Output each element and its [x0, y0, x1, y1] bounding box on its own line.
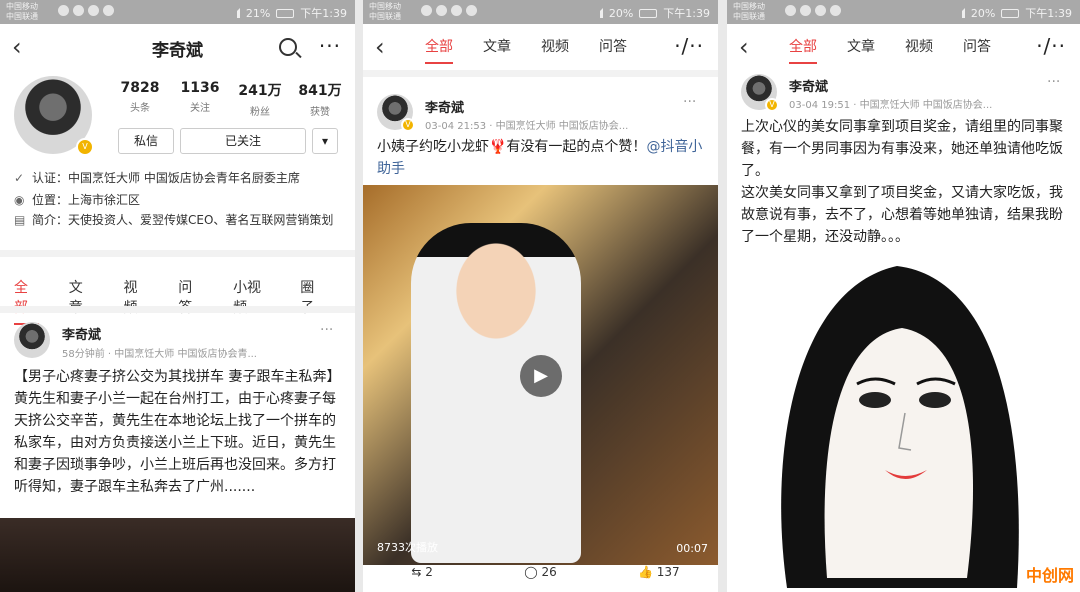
stat-likes[interactable]: 841万 获赞: [290, 80, 350, 118]
avatar[interactable]: [14, 322, 50, 358]
post-text[interactable]: 【男子心疼妻子挤公交为其找拼车 妻子跟车主私奔】黄先生和妻子小兰一起在台州打工，…: [14, 366, 342, 498]
tab-qa[interactable]: 问答: [963, 36, 991, 56]
stat-posts[interactable]: 7828 头条: [110, 80, 170, 118]
video-post-screen: 中国移动 中国联通 20% 下午1:39 ‹ 全部 文章 视频 问答 ·/·· V …: [363, 0, 718, 592]
like-button[interactable]: 👍 137: [600, 565, 718, 579]
post-meta: 58分钟前 · 中国烹饪大师 中国饭店协会青...: [62, 349, 257, 360]
repost-icon: ⇆: [411, 565, 426, 579]
battery-percent: 20%: [608, 6, 634, 20]
profile-screen: 中国移动 中国联通 21% 下午1:39 ‹ 李奇斌 ··· V 7828 头条 11…: [0, 0, 355, 592]
clock: 下午1:39: [1025, 7, 1072, 20]
notification-icons: [785, 5, 841, 16]
post-meta: 03-04 21:53 · 中国烹饪大师 中国饭店协会...: [425, 121, 629, 132]
carrier-label: 中国移动: [369, 2, 401, 11]
video-duration: 00:07: [676, 542, 708, 555]
post-actions: ⇆ 2 ◯ 26 👍 137: [363, 565, 718, 579]
post-author[interactable]: 李奇斌: [789, 76, 828, 95]
video-player[interactable]: ▶ 8733次播放 00:07: [363, 185, 718, 565]
location-row: ◉ 位置：上海市徐汇区: [14, 193, 141, 207]
battery-percent: 20%: [970, 6, 996, 20]
stat-fans[interactable]: 241万 粉丝: [230, 80, 290, 118]
battery-icon: [276, 8, 295, 18]
dropdown-button[interactable]: ▾: [312, 128, 338, 154]
signal-icon: [228, 8, 240, 18]
post-author[interactable]: 李奇斌: [425, 97, 464, 116]
caret-down-icon: ▾: [321, 134, 329, 148]
comment-button[interactable]: ◯ 26: [481, 565, 599, 579]
carrier-label: 中国联通: [369, 12, 401, 21]
back-arrow-icon[interactable]: ‹: [739, 33, 749, 61]
text-post-screen: 中国移动 中国联通 20% 下午1:39 ‹ 全部 文章 视频 问答 ·/·· V …: [727, 0, 1080, 592]
tab-qa[interactable]: 问答: [599, 36, 627, 56]
battery-icon: [639, 8, 658, 18]
carrier-label: 中国移动: [6, 2, 38, 11]
battery-icon: [1001, 8, 1020, 18]
signal-icon: [591, 8, 603, 18]
back-arrow-icon[interactable]: ‹: [375, 33, 385, 61]
top-bar: ‹ 全部 文章 视频 问答 ·/··: [727, 24, 1080, 70]
tab-articles[interactable]: 文章: [847, 36, 875, 56]
post-text[interactable]: 小姨子约吃小龙虾🦞有没有一起的点个赞！@抖音小助手: [377, 136, 707, 180]
carrier-label: 中国移动: [733, 2, 765, 11]
play-count: 8733次播放: [377, 541, 438, 554]
location-icon: ◉: [14, 193, 25, 207]
post-author[interactable]: 李奇斌: [62, 324, 101, 343]
status-bar: 中国移动 中国联通 20% 下午1:39: [727, 0, 1080, 24]
tab-articles[interactable]: 文章: [483, 36, 511, 56]
status-bar: 中国移动 中国联通 21% 下午1:39: [0, 0, 355, 24]
nav-tabs: 全部 文章 视频 问答: [425, 36, 657, 64]
notification-icons: [421, 5, 477, 16]
play-icon[interactable]: ▶: [520, 355, 562, 397]
nav-tabs: 全部 文章 视频 问答: [789, 36, 1021, 64]
verified-badge-icon: V: [765, 98, 779, 112]
cert-row: ✓ 认证：中国烹饪大师 中国饭店协会青年名厨委主席: [14, 171, 300, 185]
bio-icon: ▤: [14, 213, 26, 227]
post-text[interactable]: 上次心仪的美女同事拿到项目奖金，请组里的同事聚餐，有一个男同事因为有事没来，她还…: [741, 116, 1071, 248]
more-icon[interactable]: ···: [319, 34, 341, 58]
signal-icon: [953, 8, 965, 18]
comment-icon: ◯: [524, 565, 542, 579]
more-icon[interactable]: ···: [320, 322, 333, 338]
following-button[interactable]: 已关注: [180, 128, 306, 154]
tab-videos[interactable]: 视频: [541, 36, 569, 56]
search-icon[interactable]: [279, 38, 297, 56]
status-bar: 中国移动 中国联通 20% 下午1:39: [363, 0, 718, 24]
notification-icons: [58, 5, 114, 16]
more-icon[interactable]: ·/··: [1036, 34, 1066, 58]
post-image-sketch[interactable]: 中创网: [727, 248, 1080, 592]
thumbs-up-icon: 👍: [637, 565, 657, 579]
tab-all[interactable]: 全部: [789, 36, 817, 64]
more-icon[interactable]: ···: [1047, 74, 1060, 90]
cert-icon: ✓: [14, 171, 25, 185]
post-image[interactable]: [0, 518, 355, 592]
video-frame: [411, 223, 581, 563]
share-button[interactable]: ⇆ 2: [363, 565, 481, 579]
post-meta: 03-04 19:51 · 中国烹饪大师 中国饭店协会...: [789, 100, 993, 111]
top-bar: ‹ 全部 文章 视频 问答 ·/··: [363, 24, 718, 70]
verified-badge-icon: V: [76, 138, 94, 156]
carrier-label: 中国联通: [733, 12, 765, 21]
carrier-label: 中国联通: [6, 12, 38, 21]
tab-all[interactable]: 全部: [425, 36, 453, 64]
page-title: 李奇斌: [152, 41, 203, 61]
tab-videos[interactable]: 视频: [905, 36, 933, 56]
clock: 下午1:39: [663, 7, 710, 20]
stat-following[interactable]: 1136 关注: [170, 80, 230, 118]
bio-row: ▤ 简介：天使投资人、爱翌传媒CEO、著名互联网营销策划: [14, 213, 334, 227]
profile-stats: 7828 头条 1136 关注 241万 粉丝 841万 获赞: [110, 80, 350, 118]
message-button[interactable]: 私信: [118, 128, 174, 154]
verified-badge-icon: V: [401, 118, 415, 132]
clock: 下午1:39: [300, 7, 347, 20]
top-bar: ‹ 李奇斌 ···: [0, 24, 355, 70]
battery-percent: 21%: [245, 6, 271, 20]
more-icon[interactable]: ···: [683, 94, 696, 110]
more-icon[interactable]: ·/··: [674, 34, 704, 58]
sketch-illustration: [781, 266, 1019, 588]
watermark-logo: 中创网: [1025, 566, 1074, 585]
